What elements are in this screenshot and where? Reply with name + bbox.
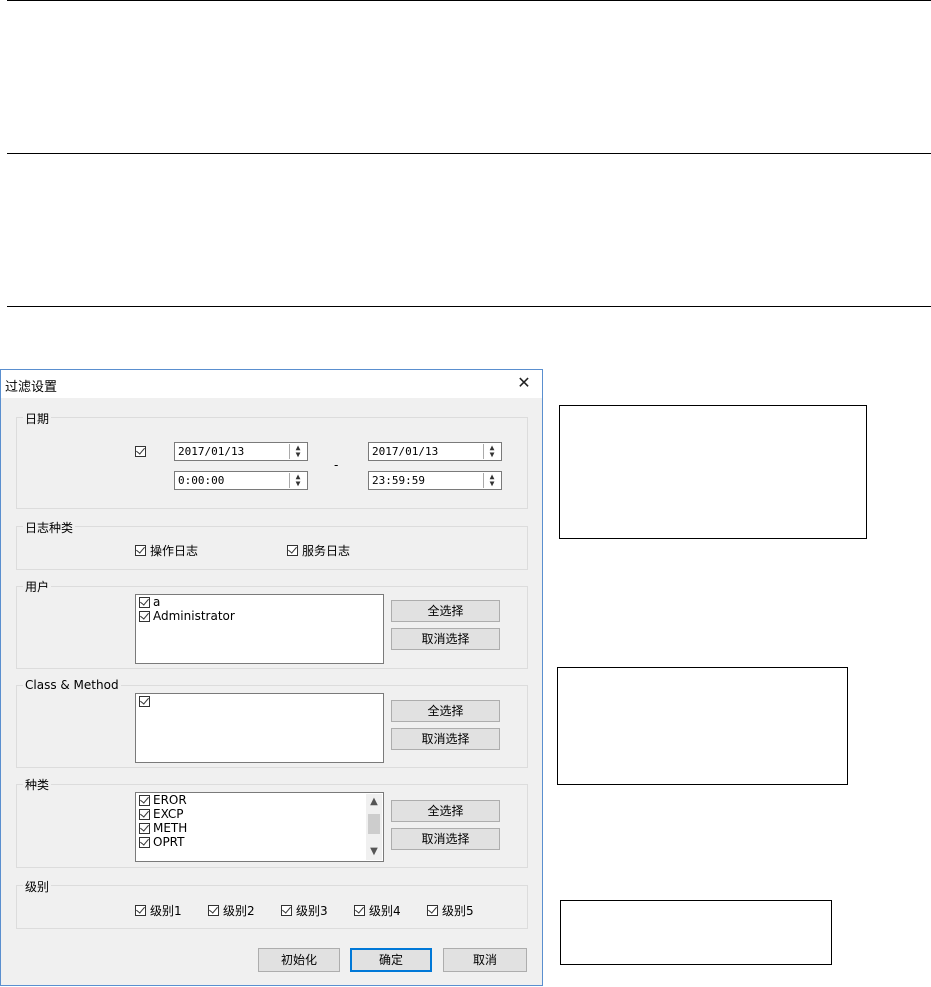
log-type-operation-checkbox[interactable]: 操作日志 [135, 542, 198, 559]
level-5-checkbox[interactable]: 级别5 [427, 902, 474, 919]
scroll-thumb[interactable] [368, 814, 380, 834]
level-2-checkbox[interactable]: 级别2 [208, 902, 255, 919]
filter-settings-dialog: 过滤设置 ✕ 日期 2017/01/13 ▲ ▼ 0:00:00 ▲ ▼ - 201… [0, 369, 543, 986]
list-item-label: a [153, 595, 161, 609]
spin-arrows-icon[interactable]: ▲ ▼ [289, 473, 306, 488]
class-method-group-label: Class & Method [23, 678, 121, 692]
checkbox-icon [208, 905, 219, 916]
checkbox-icon [139, 610, 150, 622]
user-deselect-button[interactable]: 取消选择 [391, 628, 500, 650]
level-1-checkbox[interactable]: 级别1 [135, 902, 182, 919]
class-method-deselect-button[interactable]: 取消选择 [391, 728, 500, 750]
kind-deselect-button[interactable]: 取消选择 [391, 828, 500, 850]
start-time-field[interactable]: 0:00:00 ▲ ▼ [174, 471, 308, 490]
checkbox-icon [135, 905, 146, 916]
date-range-separator: - [334, 458, 339, 472]
checkbox-icon [281, 905, 292, 916]
list-item[interactable]: a [136, 595, 383, 609]
divider-line-3 [7, 306, 931, 307]
user-select-all-button[interactable]: 全选择 [391, 600, 500, 622]
cancel-button[interactable]: 取消 [443, 948, 527, 972]
user-list[interactable]: a Administrator [135, 594, 384, 664]
list-item[interactable]: METH [136, 821, 383, 835]
checkbox-icon [139, 596, 150, 608]
checkbox-icon [287, 545, 298, 556]
end-time-field[interactable]: 23:59:59 ▲ ▼ [368, 471, 502, 490]
kind-list[interactable]: EROR EXCP METH OPRT ▲ ▼ [135, 792, 384, 862]
level-label: 级别2 [223, 904, 255, 918]
date-group-label: 日期 [23, 410, 52, 427]
log-type-option-label: 操作日志 [150, 544, 199, 558]
list-item-label: METH [153, 821, 188, 835]
ok-button[interactable]: 确定 [350, 948, 432, 972]
level-group-label: 级别 [23, 878, 52, 895]
log-type-group-label: 日志种类 [23, 519, 76, 536]
checkbox-icon [354, 905, 365, 916]
log-type-service-checkbox[interactable]: 服务日志 [287, 542, 350, 559]
init-button[interactable]: 初始化 [258, 948, 340, 972]
divider-line-1 [7, 0, 931, 1]
dialog-titlebar: 过滤设置 ✕ [1, 370, 542, 398]
date-enable-checkbox[interactable] [135, 446, 146, 457]
list-item[interactable]: EXCP [136, 807, 383, 821]
start-time-value: 0:00:00 [178, 474, 225, 487]
user-group-label: 用户 [23, 578, 52, 595]
scroll-up-icon[interactable]: ▲ [366, 794, 382, 810]
date-group [16, 417, 528, 509]
level-label: 级别3 [296, 904, 328, 918]
empty-box-1 [559, 405, 867, 539]
checkbox-icon [427, 905, 438, 916]
list-item-label: EROR [153, 793, 187, 807]
kind-list-scrollbar[interactable]: ▲ ▼ [366, 794, 382, 860]
log-type-option-label: 服务日志 [302, 544, 351, 558]
list-item[interactable] [136, 694, 383, 708]
kind-select-all-button[interactable]: 全选择 [391, 800, 500, 822]
start-date-field[interactable]: 2017/01/13 ▲ ▼ [174, 442, 308, 461]
checkbox-icon [139, 836, 150, 848]
checkbox-icon [139, 695, 150, 707]
class-method-list[interactable] [135, 693, 384, 763]
log-type-group [16, 526, 528, 570]
spin-arrows-icon[interactable]: ▲ ▼ [289, 444, 306, 459]
list-item[interactable]: OPRT [136, 835, 383, 849]
list-item[interactable]: Administrator [136, 609, 383, 623]
list-item-label: EXCP [153, 807, 184, 821]
dialog-title: 过滤设置 [5, 380, 58, 395]
level-3-checkbox[interactable]: 级别3 [281, 902, 328, 919]
checkbox-icon [135, 545, 146, 556]
checkbox-icon [139, 794, 150, 806]
scroll-down-icon[interactable]: ▼ [366, 844, 382, 860]
level-label: 级别4 [369, 904, 401, 918]
list-item[interactable]: EROR [136, 793, 383, 807]
end-date-value: 2017/01/13 [372, 445, 439, 458]
list-item-label: Administrator [153, 609, 235, 623]
end-date-field[interactable]: 2017/01/13 ▲ ▼ [368, 442, 502, 461]
close-icon[interactable]: ✕ [512, 372, 536, 394]
class-method-select-all-button[interactable]: 全选择 [391, 700, 500, 722]
kind-group-label: 种类 [23, 776, 52, 793]
spin-arrows-icon[interactable]: ▲ ▼ [483, 444, 500, 459]
level-label: 级别1 [150, 904, 182, 918]
empty-box-3 [560, 900, 832, 965]
list-item-label: OPRT [153, 835, 185, 849]
level-label: 级别5 [442, 904, 474, 918]
empty-box-2 [557, 667, 848, 785]
checkbox-icon [139, 822, 150, 834]
checkbox-icon [139, 808, 150, 820]
spin-arrows-icon[interactable]: ▲ ▼ [483, 473, 500, 488]
start-date-value: 2017/01/13 [178, 445, 245, 458]
level-4-checkbox[interactable]: 级别4 [354, 902, 401, 919]
end-time-value: 23:59:59 [372, 474, 425, 487]
divider-line-2 [7, 153, 931, 154]
